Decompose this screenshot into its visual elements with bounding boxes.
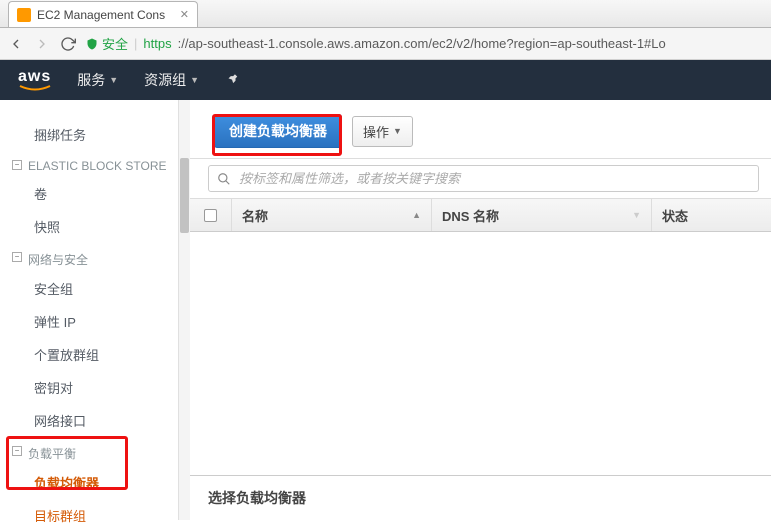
col-status[interactable]: 状态 [652,199,771,231]
col-dns[interactable]: DNS 名称 ▼ [432,199,652,231]
secure-indicator: 安全 [86,34,128,53]
sidebar-item-snapshots[interactable]: 快照 [0,210,189,243]
divider [190,158,771,159]
detail-prompt: 选择负载均衡器 [208,490,306,506]
browser-address-bar: 安全 | https ://ap-southeast-1.console.aws… [0,28,771,60]
sidebar-item-bundle-tasks[interactable]: 捆绑任务 [0,118,189,151]
chevron-down-icon: ▼ [190,75,199,85]
actions-button[interactable]: 操作 ▼ [352,116,413,147]
reload-icon[interactable] [60,36,76,52]
sidebar-item-security-groups[interactable]: 安全组 [0,272,189,305]
browser-tab-bar: EC2 Management Cons ✕ [0,0,771,28]
aws-logo[interactable]: aws [18,69,51,91]
sidebar-item-key-pairs[interactable]: 密钥对 [0,371,189,404]
search-icon [217,172,231,186]
sort-asc-icon: ▲ [412,210,421,220]
nav-resource-groups-label: 资源组 [144,70,186,90]
nav-resource-groups[interactable]: 资源组 ▼ [144,70,199,90]
col-dns-label: DNS 名称 [442,206,499,225]
actions-label: 操作 [363,122,389,141]
sidebar-item-load-balancers[interactable]: 负载均衡器 [0,466,189,499]
col-name-label: 名称 [242,206,268,225]
pin-icon[interactable] [225,72,239,89]
forward-icon [34,36,50,52]
sidebar-item-volumes[interactable]: 卷 [0,177,189,210]
aws-favicon-icon [17,8,31,22]
console-body: 捆绑任务 − ELASTIC BLOCK STORE 卷 快照 − 网络与安全 … [0,100,771,520]
checkbox[interactable] [204,209,217,222]
url-scheme: https [143,36,171,51]
col-checkbox[interactable] [190,199,232,231]
table-header: 名称 ▲ DNS 名称 ▼ 状态 [190,198,771,232]
sidebar-section-label: 网络与安全 [28,251,88,268]
nav-services-label: 服务 [77,70,105,90]
sidebar-item-elastic-ips[interactable]: 弹性 IP [0,305,189,338]
collapse-icon[interactable]: − [12,446,22,456]
scrollbar-thumb[interactable] [180,158,189,233]
filter-bar[interactable] [208,165,759,192]
sidebar-section-label: 负载平衡 [28,445,76,462]
sort-icon: ▼ [632,210,641,220]
sidebar-section-lb[interactable]: − 负载平衡 [0,437,189,466]
aws-smile-icon [19,85,51,91]
nav-services[interactable]: 服务 ▼ [77,70,118,90]
aws-logo-text: aws [18,69,51,85]
browser-tab[interactable]: EC2 Management Cons ✕ [8,1,198,27]
col-name[interactable]: 名称 ▲ [232,199,432,231]
chevron-down-icon: ▼ [393,126,402,136]
sidebar-item-placement-groups[interactable]: 个置放群组 [0,338,189,371]
detail-pane: 选择负载均衡器 [190,475,771,520]
sidebar-section-ebs[interactable]: − ELASTIC BLOCK STORE [0,151,189,177]
sidebar-section-label: ELASTIC BLOCK STORE [28,159,167,173]
sidebar-section-netsec[interactable]: − 网络与安全 [0,243,189,272]
collapse-icon[interactable]: − [12,252,22,262]
close-tab-icon[interactable]: ✕ [180,8,189,21]
url-rest: ://ap-southeast-1.console.aws.amazon.com… [178,36,666,51]
aws-top-nav: aws 服务 ▼ 资源组 ▼ [0,60,771,100]
secure-label: 安全 [102,34,128,53]
col-status-label: 状态 [662,206,688,225]
url-box[interactable]: 安全 | https ://ap-southeast-1.console.aws… [86,34,763,53]
toolbar: 创建负载均衡器 操作 ▼ [190,100,771,158]
create-load-balancer-button[interactable]: 创建负载均衡器 [214,114,342,148]
filter-input[interactable] [239,171,750,186]
chevron-down-icon: ▼ [109,75,118,85]
sidebar-scrollbar[interactable] [178,100,190,520]
sidebar: 捆绑任务 − ELASTIC BLOCK STORE 卷 快照 − 网络与安全 … [0,100,190,520]
back-icon[interactable] [8,36,24,52]
tab-title: EC2 Management Cons [37,8,174,22]
table-body [190,232,771,475]
sidebar-item-network-interfaces[interactable]: 网络接口 [0,404,189,437]
main-panel: 创建负载均衡器 操作 ▼ 名称 ▲ DNS 名称 ▼ 状态 [190,100,771,520]
sidebar-item-target-groups[interactable]: 目标群组 [0,499,189,532]
collapse-icon[interactable]: − [12,160,22,170]
